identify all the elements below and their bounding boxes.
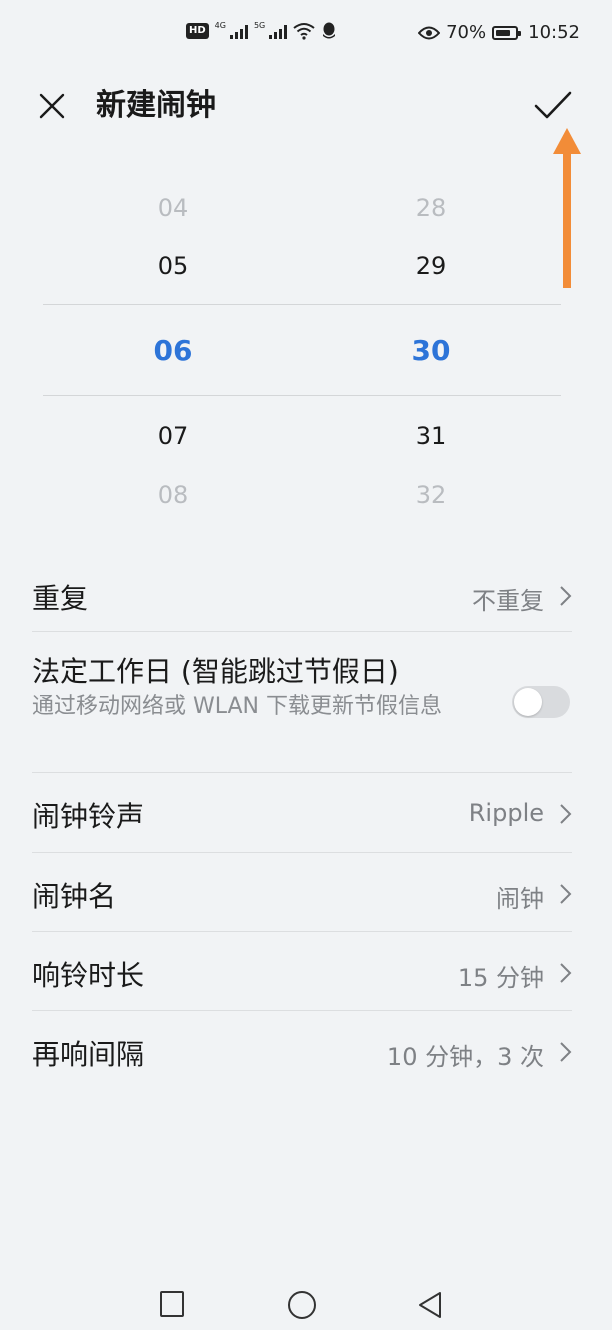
toggle-knob bbox=[514, 688, 542, 716]
ringtone-label: 闹钟铃声 bbox=[32, 800, 145, 833]
chevron-right-icon bbox=[560, 963, 572, 983]
workday-description: 通过移动网络或 WLAN 下载更新节假信息 bbox=[32, 694, 443, 719]
top-app-bar: 新建闹钟 bbox=[0, 70, 612, 140]
snooze-label: 再响间隔 bbox=[32, 1038, 145, 1071]
confirm-button[interactable] bbox=[528, 80, 578, 130]
minute-option[interactable]: 31 bbox=[371, 422, 491, 450]
eye-comfort-icon bbox=[418, 26, 441, 39]
signal-icon-2 bbox=[269, 23, 288, 39]
ringtone-row[interactable]: 闹钟铃声 Ripple bbox=[32, 773, 572, 853]
picker-divider-top bbox=[43, 304, 561, 305]
chevron-right-icon bbox=[560, 1042, 572, 1062]
close-icon bbox=[39, 93, 65, 119]
workday-row[interactable]: 法定工作日 (智能跳过节假日) 通过移动网络或 WLAN 下载更新节假信息 bbox=[32, 632, 572, 773]
workday-toggle[interactable] bbox=[512, 686, 570, 718]
ring-duration-row[interactable]: 响铃时长 15 分钟 bbox=[32, 932, 572, 1011]
recent-apps-button[interactable] bbox=[152, 1290, 192, 1330]
signal-icon bbox=[229, 23, 248, 39]
chevron-right-icon bbox=[560, 884, 572, 904]
repeat-row[interactable]: 重复 不重复 bbox=[32, 555, 572, 632]
close-button[interactable] bbox=[30, 84, 74, 128]
hour-option[interactable]: 04 bbox=[113, 194, 233, 222]
ring-duration-label: 响铃时长 bbox=[32, 959, 145, 992]
ring-duration-value: 15 分钟 bbox=[457, 964, 544, 992]
minute-selected[interactable]: 30 bbox=[371, 334, 491, 367]
network-4g-label: 4G bbox=[214, 20, 226, 30]
triangle-back-icon bbox=[419, 1292, 441, 1318]
snooze-row[interactable]: 再响间隔 10 分钟，3 次 bbox=[32, 1011, 572, 1091]
status-left: HD 4G 5G bbox=[186, 20, 337, 40]
clock: 10:52 bbox=[528, 22, 580, 43]
qq-icon bbox=[323, 22, 336, 39]
repeat-label: 重复 bbox=[32, 582, 89, 615]
settings-list: 重复 不重复 法定工作日 (智能跳过节假日) 通过移动网络或 WLAN 下载更新… bbox=[32, 555, 572, 1091]
time-picker[interactable]: 04 05 06 07 08 28 29 30 31 32 bbox=[0, 170, 612, 530]
picker-divider-bottom bbox=[43, 395, 561, 396]
hour-selected[interactable]: 06 bbox=[113, 334, 233, 367]
network-5g-label: 5G bbox=[253, 20, 266, 30]
snooze-value: 10 分钟，3 次 bbox=[386, 1043, 544, 1071]
minute-option[interactable]: 29 bbox=[371, 252, 491, 280]
circle-icon bbox=[288, 1291, 316, 1319]
home-button[interactable] bbox=[282, 1290, 322, 1330]
alarm-name-value: 闹钟 bbox=[496, 885, 544, 913]
check-icon bbox=[534, 91, 572, 119]
ringtone-value: Ripple bbox=[468, 799, 544, 827]
workday-label: 法定工作日 (智能跳过节假日) bbox=[32, 655, 399, 688]
square-icon bbox=[160, 1291, 184, 1317]
hour-option[interactable]: 08 bbox=[113, 481, 233, 509]
hour-option[interactable]: 07 bbox=[113, 422, 233, 450]
battery-icon bbox=[492, 25, 522, 40]
minute-option[interactable]: 32 bbox=[371, 481, 491, 509]
minute-option[interactable]: 28 bbox=[371, 194, 491, 222]
wifi-icon bbox=[293, 23, 315, 40]
status-bar: HD 4G 5G 70% 10:52 bbox=[0, 0, 612, 70]
repeat-value: 不重复 bbox=[472, 587, 544, 615]
alarm-name-label: 闹钟名 bbox=[32, 880, 117, 913]
status-right: 70% 10:52 bbox=[418, 22, 580, 43]
navigation-bar bbox=[0, 1278, 612, 1319]
page-title: 新建闹钟 bbox=[96, 88, 216, 123]
battery-percent: 70% bbox=[446, 22, 487, 43]
alarm-name-row[interactable]: 闹钟名 闹钟 bbox=[32, 853, 572, 932]
chevron-right-icon bbox=[560, 804, 572, 824]
chevron-right-icon bbox=[560, 586, 572, 606]
hour-option[interactable]: 05 bbox=[113, 252, 233, 280]
back-button[interactable] bbox=[410, 1290, 450, 1330]
hd-icon: HD bbox=[186, 23, 209, 39]
